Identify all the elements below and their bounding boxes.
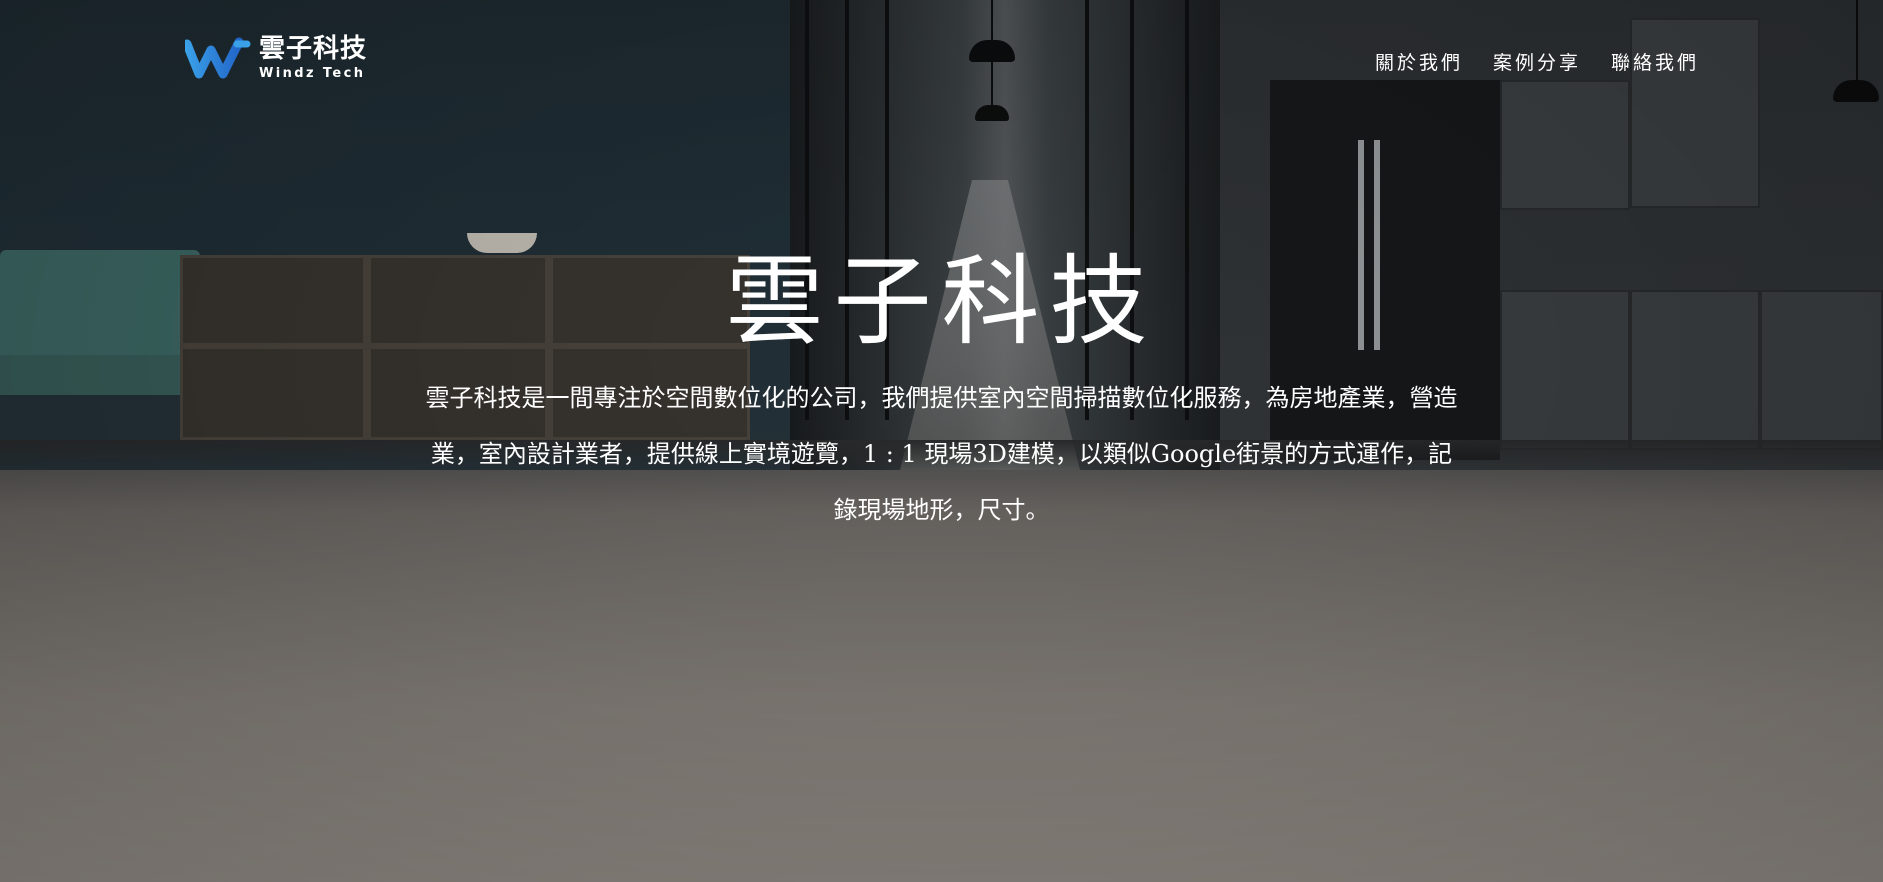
brand-name: 雲子科技 <box>259 34 368 64</box>
brand-tagline: Windz Tech <box>259 66 366 81</box>
nav-item-about[interactable]: 關於我們 <box>1375 48 1463 75</box>
hero-title: 雲子科技 <box>725 245 1158 359</box>
nav-item-cases[interactable]: 案例分享 <box>1493 48 1581 75</box>
brand-text: 雲子科技 Windz Tech <box>259 36 367 80</box>
main-nav: 關於我們 案例分享 聯絡我們 <box>1375 48 1699 75</box>
windz-logo-icon <box>185 37 251 79</box>
hero-section: 雲子科技 Windz Tech 關於我們 案例分享 聯絡我們 雲子科技 雲子科技… <box>0 0 1883 882</box>
hero-description: 雲子科技是一間專注於空間數位化的公司，我們提供室內空間掃描數位化服務，為房地產業… <box>425 384 1458 524</box>
brand-logo[interactable]: 雲子科技 Windz Tech <box>185 36 367 80</box>
nav-item-contact[interactable]: 聯絡我們 <box>1611 48 1699 75</box>
